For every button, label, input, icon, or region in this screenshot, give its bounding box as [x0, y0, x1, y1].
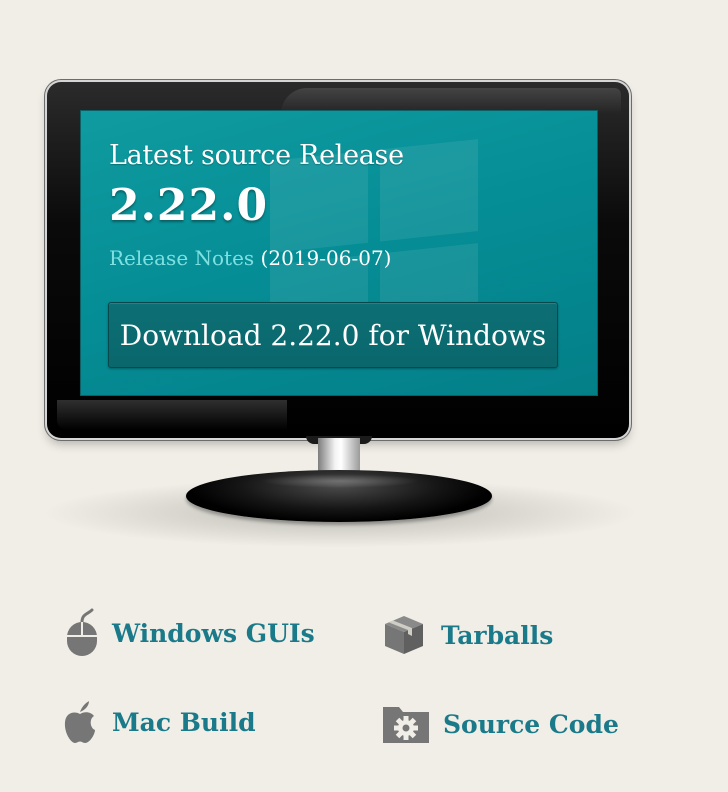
- source-code-label: Source Code: [443, 709, 619, 739]
- release-version: 2.22.0: [109, 180, 269, 231]
- tarballs-link[interactable]: Tarballs: [381, 614, 553, 656]
- mac-build-link[interactable]: Mac Build: [62, 700, 256, 744]
- windows-guis-link[interactable]: Windows GUIs: [62, 608, 315, 658]
- download-windows-button[interactable]: Download 2.22.0 for Windows: [108, 302, 558, 368]
- mouse-icon: [62, 608, 102, 658]
- release-heading: Latest source Release: [109, 140, 404, 171]
- monitor-graphic: Latest source Release 2.22.0 Release Not…: [0, 0, 728, 560]
- tarballs-label: Tarballs: [441, 620, 554, 650]
- monitor-screen: Latest source Release 2.22.0 Release Not…: [80, 110, 598, 396]
- release-notes-link[interactable]: Release Notes: [109, 246, 254, 270]
- gear-folder-icon: [381, 703, 431, 745]
- release-notes-line: Release Notes (2019-06-07): [109, 246, 391, 270]
- mac-build-label: Mac Build: [112, 707, 256, 737]
- apple-icon: [62, 700, 98, 744]
- release-date: (2019-06-07): [260, 246, 392, 270]
- windows-guis-label: Windows GUIs: [112, 618, 315, 648]
- package-icon: [381, 614, 427, 656]
- source-code-link[interactable]: Source Code: [381, 703, 619, 745]
